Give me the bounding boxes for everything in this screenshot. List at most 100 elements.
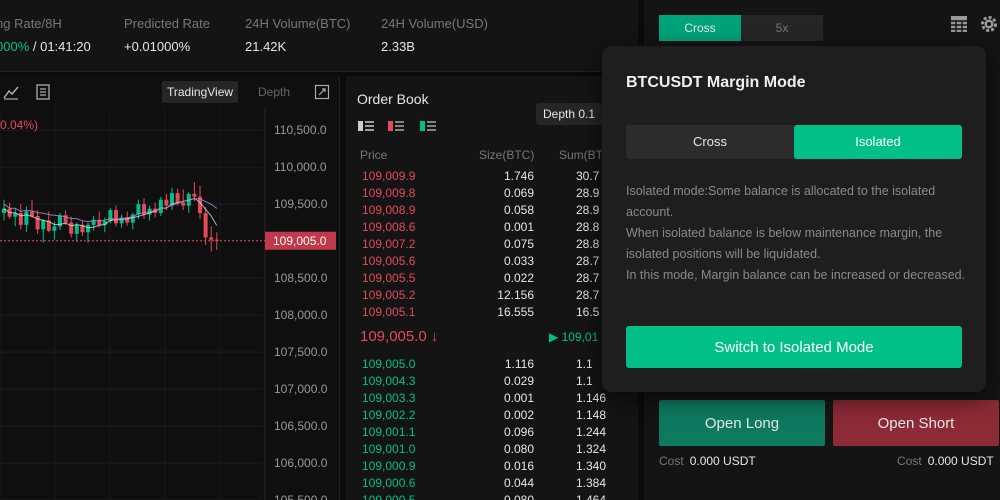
row-size: 0.069 (503, 186, 534, 200)
row-size: 16.555 (497, 305, 534, 319)
orderbook-row[interactable]: 109,008.6 0.001 28.8 (346, 219, 638, 236)
candle-body (52, 226, 57, 231)
row-price: 109,005.2 (362, 288, 416, 302)
row-price: 109,003.3 (362, 391, 416, 405)
last-price: 109,005.0 ↓ (360, 328, 439, 345)
funding-rate-stat: ng Rate/8H 000% / 01:41:20 (0, 16, 91, 54)
leverage-tab[interactable]: 5x (741, 15, 823, 41)
chart-toolbar: TradingView Depth (0, 76, 340, 108)
row-sum: 28.8 (576, 220, 600, 234)
predicted-rate-label: Predicted Rate (124, 16, 210, 31)
desc-line-3: In this mode, Margin balance can be incr… (626, 268, 966, 282)
row-sum: 28.7 (576, 288, 600, 302)
line-chart-icon[interactable] (2, 83, 20, 101)
desc-line-2: When isolated balance is below maintenan… (626, 226, 943, 261)
row-size: 0.022 (503, 271, 534, 285)
row-size: 0.044 (503, 476, 534, 490)
row-sum: 28.7 (576, 271, 600, 285)
orderbook-row[interactable]: 109,009.8 0.069 28.9 (346, 185, 638, 202)
row-price: 109,000.5 (362, 493, 416, 500)
col-sum: Sum(BT (559, 148, 604, 162)
orderbook-row[interactable]: 109,005.1 16.555 16.5 (346, 304, 638, 321)
price-tick-label: 110,500.0 (274, 123, 327, 137)
row-price: 109,009.9 (362, 169, 416, 183)
tab-depth[interactable]: Depth (258, 85, 290, 99)
asks-view-icon[interactable] (388, 120, 404, 132)
candle-body (108, 210, 113, 222)
orderbook-row[interactable]: 109,005.2 12.156 28.7 (346, 287, 638, 304)
bids-view-icon[interactable] (420, 120, 436, 132)
gear-icon[interactable] (979, 14, 999, 34)
switch-isolated-button[interactable]: Switch to Isolated Mode (626, 326, 962, 368)
row-sum: 1.1 (576, 374, 593, 388)
row-size: 0.075 (503, 237, 534, 251)
row-size: 0.001 (503, 391, 534, 405)
row-sum: 1.148 (576, 408, 607, 422)
candle-body (175, 193, 180, 203)
orderbook-row[interactable]: 109,007.2 0.075 28.8 (346, 236, 638, 253)
orderbook-row[interactable]: 109,000.5 0.080 1.464 (346, 492, 638, 500)
orderbook-row[interactable]: 109,009.9 1.746 30.7 (346, 168, 638, 185)
row-price: 109,001.1 (362, 425, 416, 439)
row-size: 0.002 (503, 408, 534, 422)
orderbook-row[interactable]: 109,001.0 0.080 1.324 (346, 441, 638, 458)
orderbook-row[interactable]: 109,004.3 0.029 1.1 (346, 373, 638, 390)
candle-body (41, 220, 46, 230)
row-size: 0.080 (503, 493, 534, 500)
candle-body (192, 193, 197, 197)
price-tick-label: 107,500.0 (274, 345, 328, 359)
volume-usd-stat: 24H Volume(USD) 2.33B (381, 16, 488, 54)
price-tick-label: 108,000.0 (274, 308, 328, 322)
volume-btc-label: 24H Volume(BTC) (245, 16, 351, 31)
row-sum: 28.8 (576, 237, 600, 251)
price-tick-label: 106,500.0 (274, 419, 328, 433)
candle-body (114, 210, 118, 224)
row-price: 109,001.0 (362, 442, 416, 456)
open-long-button[interactable]: Open Long (659, 400, 825, 446)
cost-long: Cost 0.000 USDT (659, 454, 756, 468)
modal-description: Isolated mode:Some balance is allocated … (626, 181, 966, 286)
candle-body (136, 204, 141, 215)
row-size: 0.033 (503, 254, 534, 268)
candle-body (74, 224, 79, 234)
row-sum: 28.9 (576, 186, 600, 200)
orderbook-row[interactable]: 109,005.0 1.116 1.1 (346, 356, 638, 373)
indicator-icon[interactable] (34, 83, 52, 101)
price-tick-label: 107,000.0 (274, 382, 328, 396)
row-price: 109,000.9 (362, 459, 416, 473)
orderbook-row[interactable]: 109,002.2 0.002 1.148 (346, 407, 638, 424)
orderbook-row[interactable]: 109,005.5 0.022 28.7 (346, 270, 638, 287)
row-size: 1.746 (503, 169, 534, 183)
option-cross[interactable]: Cross (626, 125, 794, 159)
expand-icon[interactable] (314, 84, 330, 100)
row-sum: 1.464 (576, 493, 607, 500)
candle-body (69, 222, 74, 234)
candle-body (209, 237, 214, 240)
row-price: 109,008.6 (362, 220, 416, 234)
candlestick-chart[interactable]: 110,500.0 110,000.0 109,500.0 108,500.0 108,… (0, 108, 340, 500)
orderbook-row[interactable]: 109,005.6 0.033 28.7 (346, 253, 638, 270)
row-sum: 16.5 (576, 305, 600, 319)
predicted-rate-stat: Predicted Rate +0.01000% (124, 16, 210, 54)
both-sides-view-icon[interactable] (358, 120, 374, 132)
col-size: Size(BTC) (479, 148, 535, 162)
row-sum: 1.340 (576, 459, 607, 473)
last-price-label: 109,005.0 (273, 234, 327, 248)
margin-mode-tab[interactable]: Cross (659, 15, 741, 41)
row-size: 0.080 (503, 442, 534, 456)
orderbook-row[interactable]: 109,008.9 0.058 28.9 (346, 202, 638, 219)
option-isolated[interactable]: Isolated (794, 125, 962, 159)
calculator-icon[interactable] (950, 15, 968, 33)
funding-rate-label: ng Rate/8H (0, 16, 62, 31)
row-size: 0.016 (503, 459, 534, 473)
row-sum: 1.384 (576, 476, 607, 490)
orderbook-row[interactable]: 109,000.6 0.044 1.384 (346, 475, 638, 492)
orderbook-row[interactable]: 109,003.3 0.001 1.146 (346, 390, 638, 407)
orderbook-row[interactable]: 109,001.1 0.096 1.244 (346, 424, 638, 441)
row-price: 109,000.6 (362, 476, 416, 490)
col-price: Price (360, 148, 388, 162)
tab-tradingview[interactable]: TradingView (162, 81, 239, 103)
row-size: 0.058 (503, 203, 534, 217)
open-short-button[interactable]: Open Short (833, 400, 999, 446)
orderbook-row[interactable]: 109,000.9 0.016 1.340 (346, 458, 638, 475)
